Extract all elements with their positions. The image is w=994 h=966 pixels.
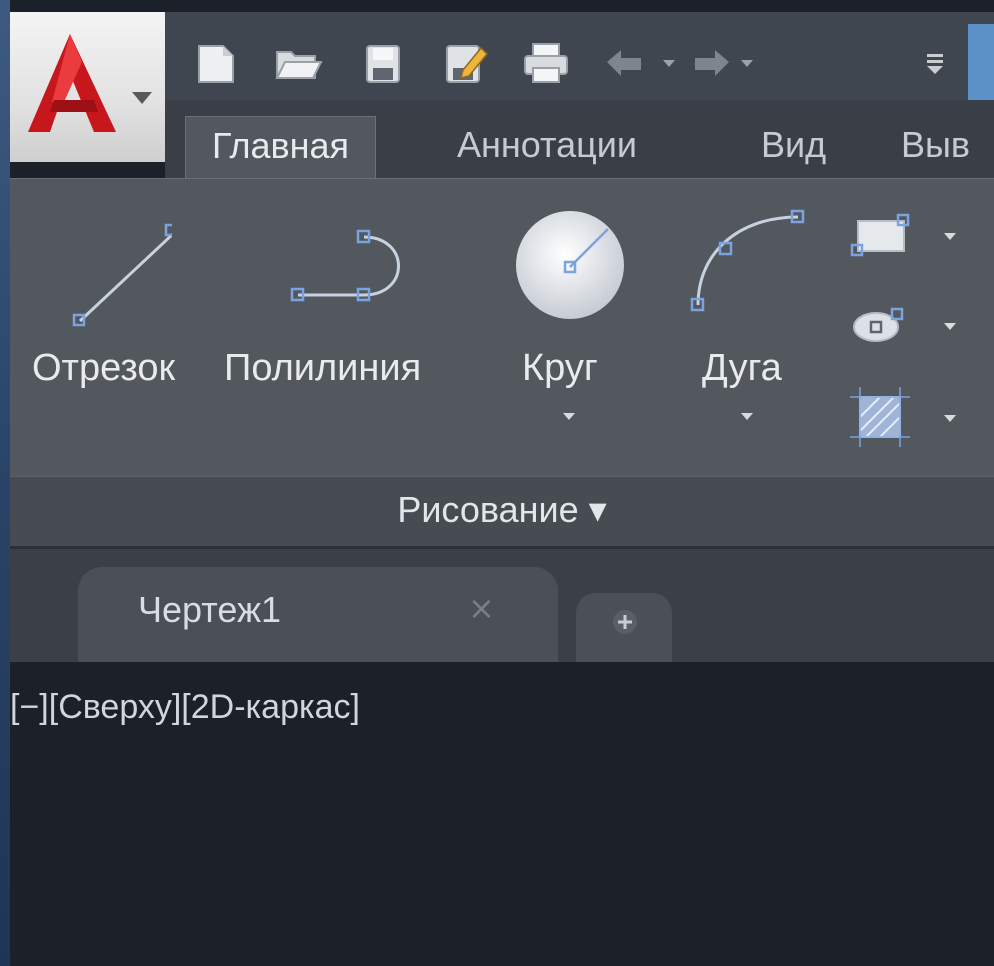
draw-panel: Отрезок Полилиния Круг Дуга [10,178,994,477]
title-bar-edge [968,24,994,100]
autocad-window: Главная Аннотации Вид Выв Отрезок Полили… [0,0,994,966]
window-edge [0,0,10,966]
print-icon[interactable] [521,40,571,86]
polyline-tool-button[interactable]: Полилиния [222,195,472,435]
rectangle-tool-button[interactable] [846,205,966,265]
draw-panel-title: Рисование ▾ [397,489,607,530]
hatch-icon [850,387,910,447]
tab-home[interactable]: Главная [185,116,377,179]
circle-tool-button[interactable]: Круг [504,195,634,445]
rectangle-dropdown-icon[interactable] [944,233,956,240]
ellipse-dropdown-icon[interactable] [944,323,956,330]
tab-annotate[interactable]: Аннотации [431,116,663,178]
hatch-tool-button[interactable] [846,383,966,453]
save-as-icon[interactable] [441,40,491,86]
quick-access-toolbar [165,12,994,100]
circle-icon [516,211,624,319]
polyline-icon [290,229,400,302]
ellipse-tool-button[interactable] [846,295,966,355]
draw-panel-title-bar[interactable]: Рисование ▾ [10,476,994,547]
customize-icon[interactable] [923,40,947,86]
arc-dropdown-icon[interactable] [741,413,753,420]
drawing-viewport[interactable]: [−][Сверху][2D-каркас] [10,662,994,966]
new-tab-button[interactable] [576,593,672,662]
line-tool-button[interactable]: Отрезок [26,195,196,435]
ribbon-tab-strip: Главная Аннотации Вид Выв [165,100,994,179]
open-icon[interactable] [273,40,323,86]
file-tab-bar: Чертеж1 × [10,549,994,662]
ellipse-icon [853,307,904,342]
tab-output[interactable]: Выв [875,116,994,178]
arc-icon [690,209,805,312]
plus-icon [613,610,637,634]
arc-tool-button[interactable]: Дуга [682,195,812,445]
autocad-logo-icon [28,34,152,132]
hatch-dropdown-icon[interactable] [944,415,956,422]
rectangle-icon [850,213,910,257]
close-icon[interactable]: × [468,589,495,627]
redo-icon[interactable] [687,40,765,86]
tab-view[interactable]: Вид [735,116,852,178]
circle-tool-label: Круг [522,347,598,389]
new-icon[interactable] [193,40,239,86]
file-tab-drawing1[interactable]: Чертеж1 × [78,567,558,662]
arc-tool-label: Дуга [702,347,782,389]
file-tab-label: Чертеж1 [138,589,282,630]
viewport-controls[interactable]: [−][Сверху][2D-каркас] [10,688,360,727]
line-tool-label: Отрезок [32,347,176,389]
save-icon[interactable] [361,40,405,86]
line-icon [72,223,172,327]
application-menu-button[interactable] [10,12,166,162]
undo-icon[interactable] [603,40,681,86]
polyline-tool-label: Полилиния [224,347,422,389]
circle-dropdown-icon[interactable] [563,413,575,420]
